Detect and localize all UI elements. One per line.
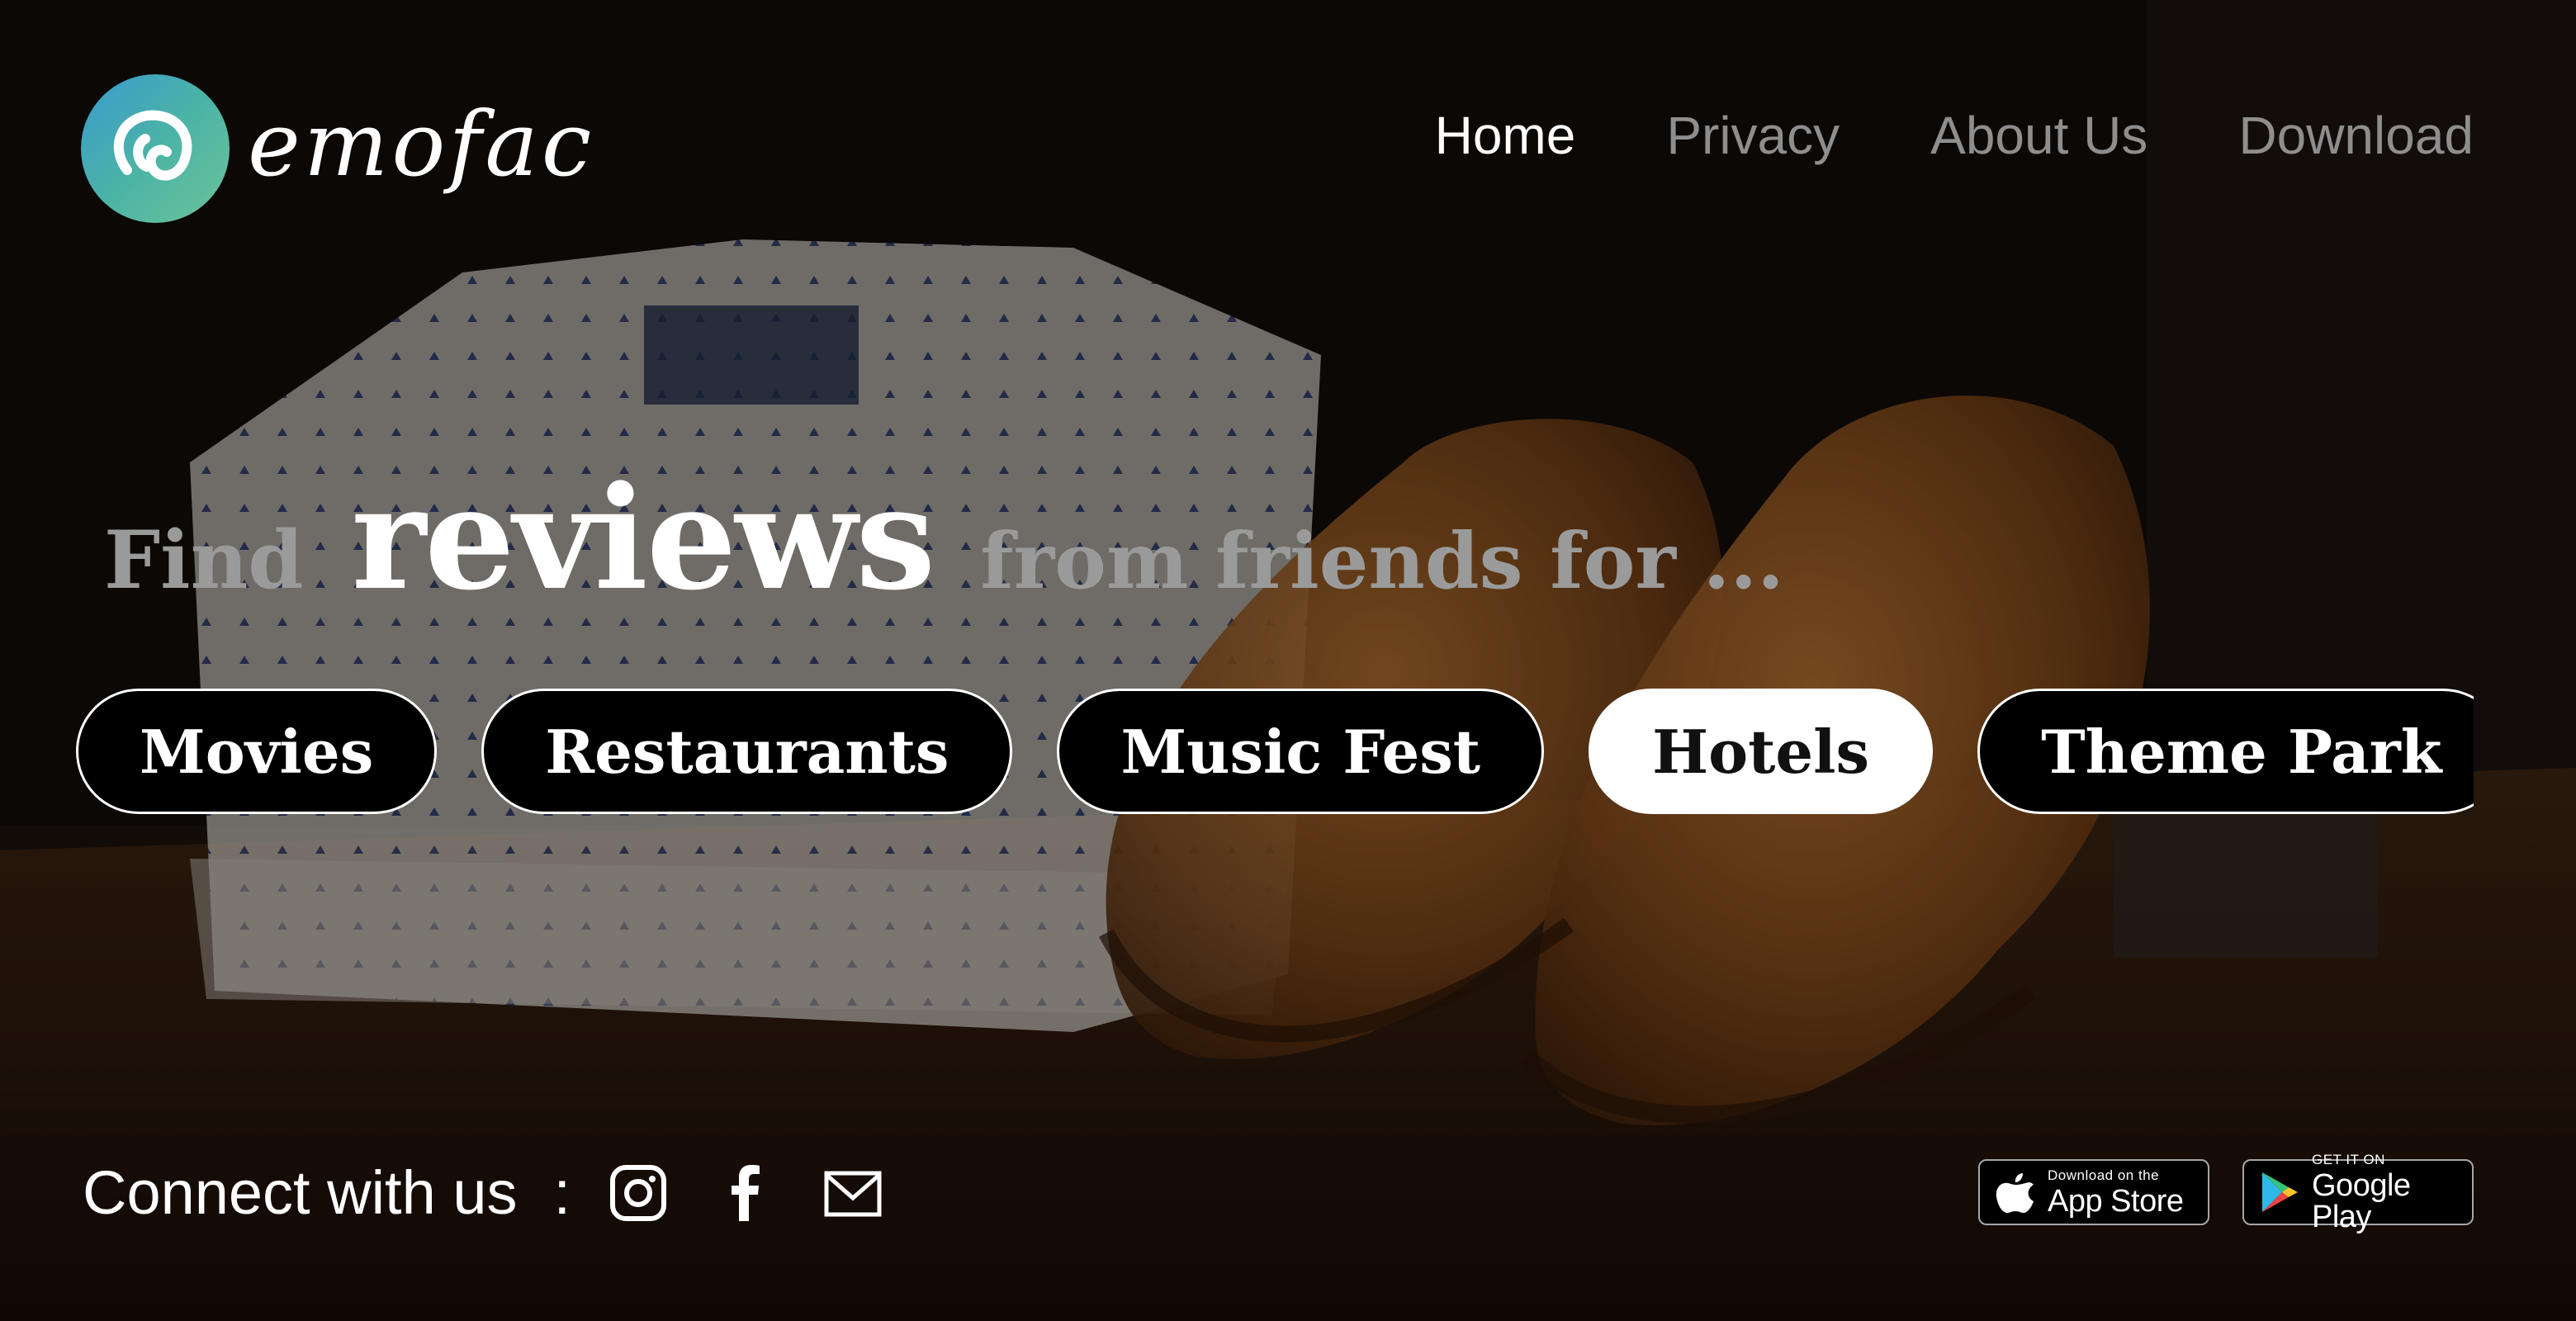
category-pill-restaurants[interactable]: Restaurants [481, 689, 1013, 814]
nav-download[interactable]: Download [2238, 109, 2474, 162]
category-pill-movies[interactable]: Movies [76, 689, 438, 814]
main-nav: Home Privacy About Us Download [1435, 109, 2474, 162]
connect-label: Connect with us [83, 1158, 518, 1227]
category-pill-theme-park[interactable]: Theme Park [1977, 689, 2474, 814]
app-store-caption: Download on the [2048, 1167, 2160, 1183]
hero-section: emofac Home Privacy About Us Download Fi… [0, 0, 2576, 1321]
instagram-icon[interactable] [608, 1163, 668, 1223]
nav-home[interactable]: Home [1435, 109, 1576, 162]
category-pill-music-fest[interactable]: Music Fest [1057, 689, 1545, 814]
google-play-caption: GET IT ON [2312, 1151, 2385, 1167]
headline-prefix: Find [104, 514, 304, 607]
nav-about-us[interactable]: About Us [1930, 109, 2147, 162]
brand-name: emofac [248, 93, 595, 196]
brand-logo[interactable]: emofac [81, 73, 594, 225]
headline-suffix: from friends for ... [980, 516, 1784, 607]
app-store-title: App Store [2048, 1183, 2184, 1219]
hero-headline: Find reviews from friends for ... [104, 454, 1784, 622]
google-play-title: Google Play [2312, 1167, 2411, 1234]
headline-emphasis: reviews [351, 454, 936, 622]
connect-section: Connect with us : [83, 1148, 883, 1238]
logo-mark-icon [81, 74, 230, 223]
google-play-icon [2262, 1172, 2298, 1212]
app-store-badge[interactable]: Download on the App Store [1978, 1159, 2209, 1225]
nav-privacy[interactable]: Privacy [1666, 109, 1840, 162]
mail-icon[interactable] [823, 1163, 883, 1223]
category-pill-hotels[interactable]: Hotels [1589, 689, 1934, 814]
connect-separator: : [553, 1158, 571, 1227]
facebook-icon[interactable] [716, 1163, 775, 1223]
apple-icon [1996, 1173, 2034, 1213]
store-badges: Download on the App Store GET IT ON Goog… [1978, 1153, 2474, 1233]
category-pill-row: Movies Restaurants Music Fest Hotels The… [76, 689, 2474, 814]
social-links [608, 1163, 883, 1223]
google-play-badge[interactable]: GET IT ON Google Play [2242, 1153, 2474, 1233]
